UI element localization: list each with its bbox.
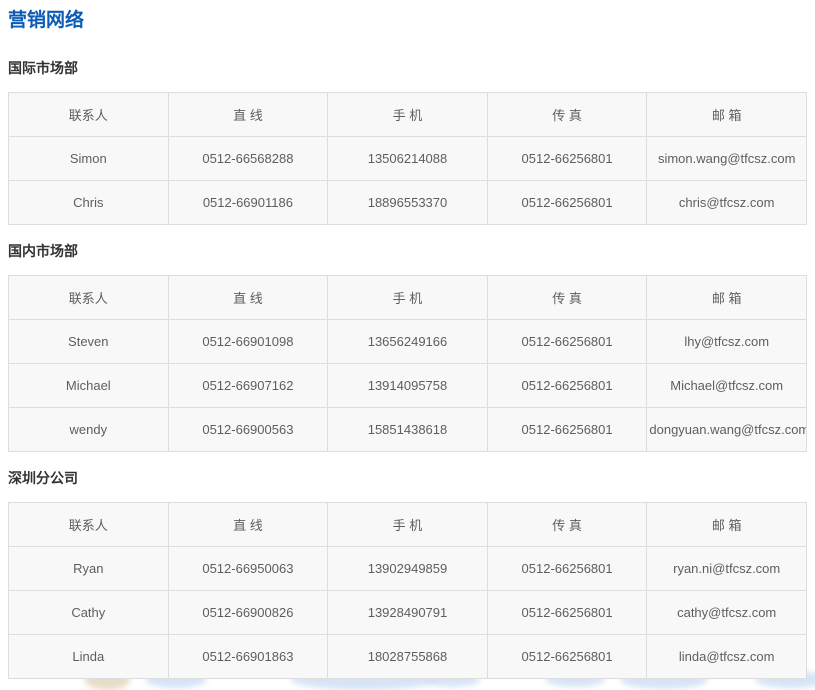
contact-table: 联系人直 线手 机传 真邮 箱 Steven0512-6690109813656…: [8, 275, 807, 452]
direct-line-cell: 0512-66907162: [168, 364, 328, 408]
contact-cell: wendy: [9, 408, 169, 452]
fax-cell: 0512-66256801: [487, 320, 647, 364]
table-row: Chris0512-66901186188965533700512-662568…: [9, 181, 807, 225]
email-cell: Michael@tfcsz.com: [647, 364, 807, 408]
contact-cell: Steven: [9, 320, 169, 364]
email-cell: lhy@tfcsz.com: [647, 320, 807, 364]
direct-line-cell: 0512-66901098: [168, 320, 328, 364]
fax-cell: 0512-66256801: [487, 181, 647, 225]
table-row: Linda0512-66901863180287558680512-662568…: [9, 635, 807, 679]
section-heading: 国际市场部: [8, 60, 807, 76]
column-header: 手 机: [328, 503, 488, 547]
contact-cell: Linda: [9, 635, 169, 679]
email-cell: cathy@tfcsz.com: [647, 591, 807, 635]
column-header: 邮 箱: [647, 93, 807, 137]
direct-line-cell: 0512-66950063: [168, 547, 328, 591]
table-header-row: 联系人直 线手 机传 真邮 箱: [9, 276, 807, 320]
column-header: 直 线: [168, 276, 328, 320]
fax-cell: 0512-66256801: [487, 591, 647, 635]
column-header: 手 机: [328, 93, 488, 137]
column-header: 联系人: [9, 93, 169, 137]
column-header: 传 真: [487, 93, 647, 137]
direct-line-cell: 0512-66901863: [168, 635, 328, 679]
column-header: 邮 箱: [647, 503, 807, 547]
email-cell: ryan.ni@tfcsz.com: [647, 547, 807, 591]
table-row: Ryan0512-66950063139029498590512-6625680…: [9, 547, 807, 591]
contact-cell: Ryan: [9, 547, 169, 591]
contact-cell: Simon: [9, 137, 169, 181]
email-cell: chris@tfcsz.com: [647, 181, 807, 225]
fax-cell: 0512-66256801: [487, 635, 647, 679]
sections-container: 国际市场部 联系人直 线手 机传 真邮 箱 Simon0512-66568288…: [8, 60, 807, 679]
column-header: 邮 箱: [647, 276, 807, 320]
table-row: Cathy0512-66900826139284907910512-662568…: [9, 591, 807, 635]
email-cell: dongyuan.wang@tfcsz.com: [647, 408, 807, 452]
column-header: 联系人: [9, 276, 169, 320]
contact-section: 国际市场部 联系人直 线手 机传 真邮 箱 Simon0512-66568288…: [8, 60, 807, 225]
direct-line-cell: 0512-66901186: [168, 181, 328, 225]
direct-line-cell: 0512-66900826: [168, 591, 328, 635]
contact-cell: Michael: [9, 364, 169, 408]
column-header: 传 真: [487, 276, 647, 320]
section-heading: 深圳分公司: [8, 470, 807, 486]
mobile-cell: 18896553370: [328, 181, 488, 225]
fax-cell: 0512-66256801: [487, 547, 647, 591]
mobile-cell: 18028755868: [328, 635, 488, 679]
mobile-cell: 13902949859: [328, 547, 488, 591]
table-row: Steven0512-66901098136562491660512-66256…: [9, 320, 807, 364]
contact-section: 国内市场部 联系人直 线手 机传 真邮 箱 Steven0512-6690109…: [8, 243, 807, 452]
column-header: 直 线: [168, 93, 328, 137]
contact-table: 联系人直 线手 机传 真邮 箱 Simon0512-66568288135062…: [8, 92, 807, 225]
fax-cell: 0512-66256801: [487, 364, 647, 408]
column-header: 联系人: [9, 503, 169, 547]
column-header: 传 真: [487, 503, 647, 547]
table-row: Simon0512-66568288135062140880512-662568…: [9, 137, 807, 181]
mobile-cell: 13914095758: [328, 364, 488, 408]
contact-table: 联系人直 线手 机传 真邮 箱 Ryan0512-669500631390294…: [8, 502, 807, 679]
table-header-row: 联系人直 线手 机传 真邮 箱: [9, 503, 807, 547]
column-header: 直 线: [168, 503, 328, 547]
table-header-row: 联系人直 线手 机传 真邮 箱: [9, 93, 807, 137]
table-row: Michael0512-66907162139140957580512-6625…: [9, 364, 807, 408]
table-row: wendy0512-66900563158514386180512-662568…: [9, 408, 807, 452]
email-cell: simon.wang@tfcsz.com: [647, 137, 807, 181]
section-heading: 国内市场部: [8, 243, 807, 259]
mobile-cell: 13506214088: [328, 137, 488, 181]
page-title: 营销网络: [8, 8, 807, 32]
column-header: 手 机: [328, 276, 488, 320]
mobile-cell: 15851438618: [328, 408, 488, 452]
mobile-cell: 13656249166: [328, 320, 488, 364]
contact-cell: Chris: [9, 181, 169, 225]
mobile-cell: 13928490791: [328, 591, 488, 635]
direct-line-cell: 0512-66900563: [168, 408, 328, 452]
fax-cell: 0512-66256801: [487, 137, 647, 181]
contact-cell: Cathy: [9, 591, 169, 635]
contact-section: 深圳分公司 联系人直 线手 机传 真邮 箱 Ryan0512-669500631…: [8, 470, 807, 679]
email-cell: linda@tfcsz.com: [647, 635, 807, 679]
fax-cell: 0512-66256801: [487, 408, 647, 452]
marketing-network-page: 营销网络 国际市场部 联系人直 线手 机传 真邮 箱 Simon0512-665…: [0, 0, 815, 679]
direct-line-cell: 0512-66568288: [168, 137, 328, 181]
